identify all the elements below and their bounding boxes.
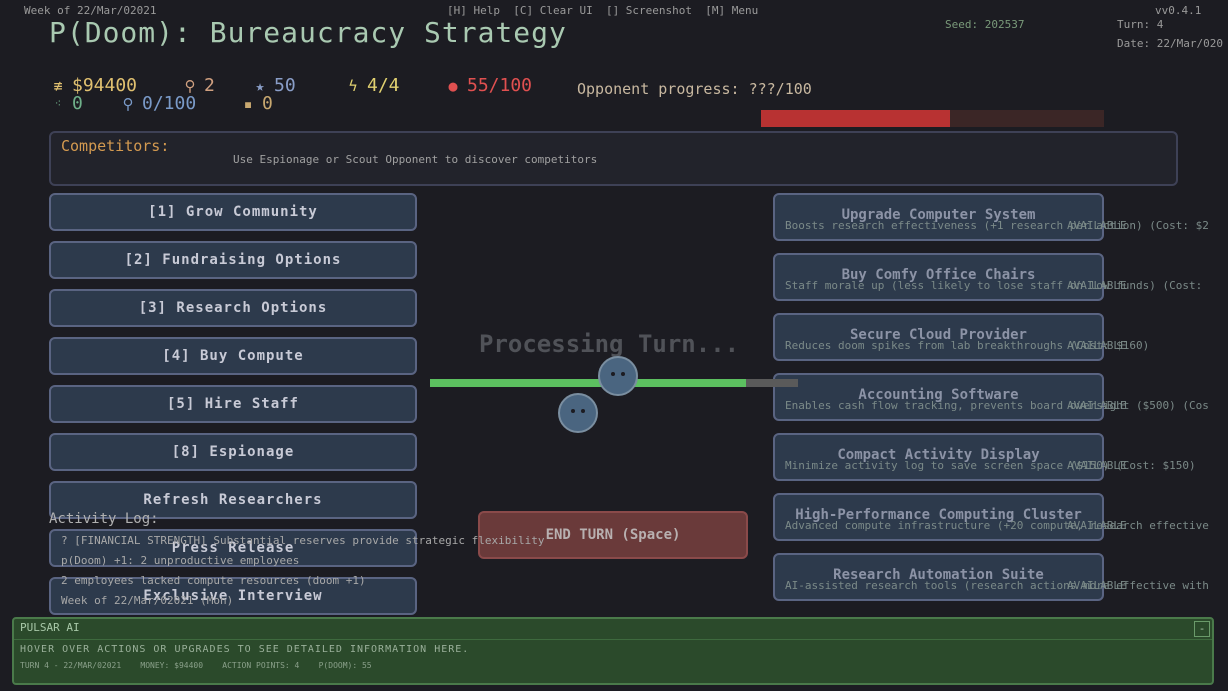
upgrade-description: Minimize activity log to save screen spa… xyxy=(785,459,1196,472)
turn-label: Turn: 4 xyxy=(1117,18,1164,31)
upgrade-button[interactable]: Accounting Software Enables cash flow tra… xyxy=(773,373,1209,421)
upgrade-button[interactable]: Buy Comfy Office Chairs Staff morale up (… xyxy=(773,253,1202,301)
upgrade-status: AVAILABLE xyxy=(1067,279,1127,292)
upgrade-description: Advanced compute infrastructure (+20 com… xyxy=(785,519,1209,532)
papers-icon: ▪ xyxy=(243,94,253,113)
competitors-hint: Use Espionage or Scout Opponent to disco… xyxy=(233,153,598,166)
upgrade-button[interactable]: Upgrade Computer System Boosts research e… xyxy=(773,193,1209,241)
upgrade-button[interactable]: Secure Cloud Provider Reduces doom spikes… xyxy=(773,313,1149,361)
star-icon: ★ xyxy=(255,76,265,95)
competitors-panel: Competitors: Use Espionage or Scout Oppo… xyxy=(49,131,1178,186)
version-label: vv0.4.1 xyxy=(1155,4,1202,17)
minimize-button[interactable]: - xyxy=(1194,621,1210,637)
research-icon: ⚲ xyxy=(122,94,134,113)
upgrade-status: AVAILABLE xyxy=(1067,219,1127,232)
opponent-progress-fill xyxy=(761,110,950,127)
action-button[interactable]: [8] Espionage xyxy=(49,433,417,471)
lightning-icon: ϟ xyxy=(348,76,358,95)
activity-log-entry: Week of 22/Mar/02021 (Mon) xyxy=(61,594,234,607)
compute-value: 0 xyxy=(72,93,83,114)
bouncing-orb xyxy=(558,393,598,433)
research-value: 0/100 xyxy=(142,93,197,114)
staff-icon: ⚲ xyxy=(184,76,196,95)
action-button[interactable]: [1] Grow Community xyxy=(49,193,417,231)
assistant-panel: PULSAR AI - HOVER OVER ACTIONS OR UPGRAD… xyxy=(12,617,1214,685)
assistant-name: PULSAR AI xyxy=(20,621,80,634)
opponent-progress-bar xyxy=(761,110,1104,127)
upgrade-description: Staff morale up (less likely to lose sta… xyxy=(785,279,1203,292)
compute-icon: ⁖ xyxy=(54,97,62,110)
upgrade-status: AVAILABLE xyxy=(1067,339,1127,352)
compute-stat: ⁖ 0 xyxy=(50,93,83,114)
assistant-status: TURN 4 - 22/MAR/02021 MONEY: $94400 ACTI… xyxy=(20,661,372,670)
bouncing-orb xyxy=(598,356,638,396)
action-button[interactable]: [2] Fundraising Options xyxy=(49,241,417,279)
competitors-label: Competitors: xyxy=(61,137,170,155)
action-points-stat: ϟ 4/4 xyxy=(345,75,400,96)
action-points-value: 4/4 xyxy=(367,75,400,96)
upgrade-status: AVAILABLE xyxy=(1067,579,1127,592)
upgrade-button[interactable]: High-Performance Computing Cluster Advanc… xyxy=(773,493,1209,541)
papers-value: 0 xyxy=(262,93,273,114)
processing-progress-fill xyxy=(430,379,747,387)
upgrade-status: AVAILABLE xyxy=(1067,399,1127,412)
activity-log-entry: p(Doom) +1: 2 unproductive employees xyxy=(61,554,300,567)
activity-log-label: Activity Log: xyxy=(49,511,159,527)
doom-value: 55/100 xyxy=(467,75,533,96)
doom-stat: ● 55/100 xyxy=(445,75,532,96)
money-icon: ≢ xyxy=(53,76,63,95)
action-button[interactable]: [3] Research Options xyxy=(49,289,417,327)
upgrade-description: Boosts research effectiveness (+1 resear… xyxy=(785,219,1209,232)
upgrade-button[interactable]: Research Automation Suite AI-assisted res… xyxy=(773,553,1209,601)
doom-icon: ● xyxy=(448,76,458,95)
seed-label: Seed: 202537 xyxy=(945,18,1025,31)
activity-log-entry: ? [FINANCIAL STRENGTH] Substantial reser… xyxy=(61,534,545,547)
action-button[interactable]: [4] Buy Compute xyxy=(49,337,417,375)
assistant-message: HOVER OVER ACTIONS OR UPGRADES TO SEE DE… xyxy=(20,644,470,655)
research-stat: ⚲ 0/100 xyxy=(120,93,197,114)
date-label: Date: 22/Mar/020 xyxy=(1117,37,1223,50)
staff-value: 2 xyxy=(204,75,215,96)
page-title: P(Doom): Bureaucracy Strategy xyxy=(49,16,567,49)
processing-label: Processing Turn... xyxy=(479,330,740,358)
papers-stat: ▪ 0 xyxy=(240,93,273,114)
upgrade-status: AVAILABLE xyxy=(1067,459,1127,472)
upgrade-description: AI-assisted research tools (research act… xyxy=(785,579,1209,592)
assistant-divider xyxy=(14,639,1212,640)
upgrade-button[interactable]: Compact Activity Display Minimize activit… xyxy=(773,433,1196,481)
opponent-progress-label: Opponent progress: ???/100 xyxy=(577,80,812,98)
activity-log-entry: 2 employees lacked compute resources (do… xyxy=(61,574,366,587)
reputation-value: 50 xyxy=(274,75,296,96)
upgrade-status: AVAILABLE xyxy=(1067,519,1127,532)
action-button[interactable]: [5] Hire Staff xyxy=(49,385,417,423)
upgrade-description: Enables cash flow tracking, prevents boa… xyxy=(785,399,1209,412)
